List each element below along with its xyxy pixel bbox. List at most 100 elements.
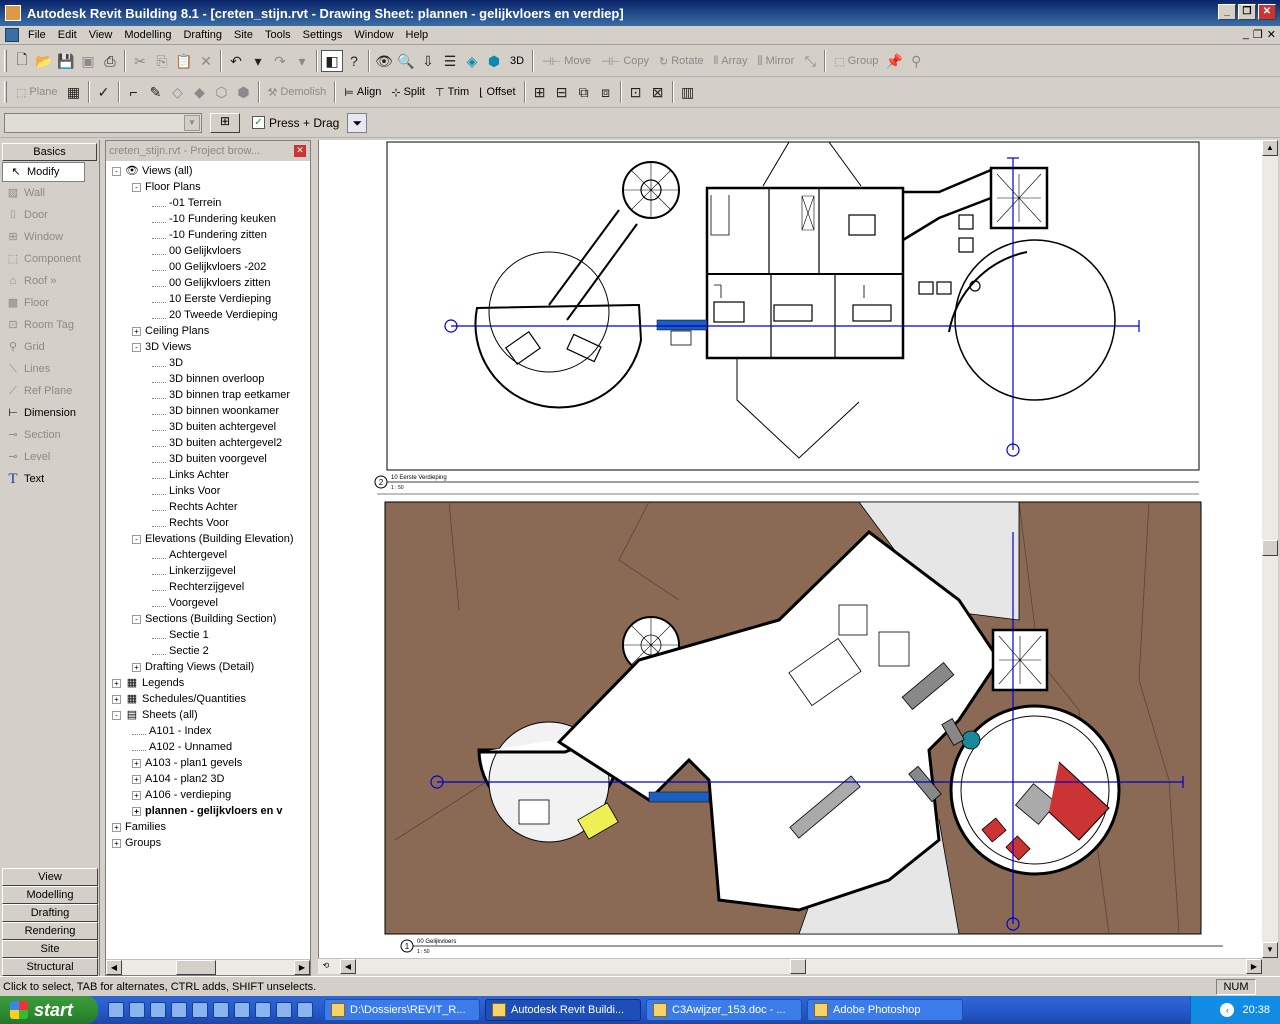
tree-node[interactable]: -10 Fundering zitten xyxy=(110,227,308,243)
thin-lines-icon[interactable]: ☰ xyxy=(439,50,461,72)
tree-node[interactable]: 3D buiten voorgevel xyxy=(110,451,308,467)
tree-node[interactable]: 3D buiten achtergevel xyxy=(110,419,308,435)
cut-geometry-icon[interactable]: ⬢ xyxy=(233,81,255,103)
tree-node[interactable]: -10 Fundering keuken xyxy=(110,211,308,227)
navigation-icon[interactable]: ⟲ xyxy=(318,959,334,974)
tool-grid[interactable]: ⚲ Grid xyxy=(0,336,99,358)
collapse-icon[interactable]: - xyxy=(132,534,141,544)
filter-icon[interactable]: ⏷ xyxy=(347,112,368,133)
collapse-icon[interactable]: - xyxy=(112,710,121,720)
maximize-button[interactable]: ❐ xyxy=(1238,4,1256,20)
scroll-right-icon[interactable]: ▶ xyxy=(1246,959,1262,974)
taskbar-button[interactable]: D:\Dossiers\REVIT_R... xyxy=(324,999,480,1021)
zoom-icon[interactable]: 🔍 xyxy=(395,50,417,72)
drawing-area[interactable]: 2 10 Eerste Verdieping 1 : 50 1 00 Gelij… xyxy=(318,140,1262,958)
tree-node[interactable]: + Families xyxy=(110,819,308,835)
tag-icon[interactable]: ⊟ xyxy=(551,81,573,103)
join-icon[interactable]: ⬡ xyxy=(211,81,233,103)
menu-site[interactable]: Site xyxy=(228,29,259,41)
toolbar-grip[interactable] xyxy=(4,81,7,103)
menu-tools[interactable]: Tools xyxy=(259,29,297,41)
tree-node[interactable]: + A103 - plan1 gevels xyxy=(110,755,308,771)
quicklaunch-icon[interactable] xyxy=(297,1002,313,1018)
collapse-icon[interactable]: - xyxy=(132,614,141,624)
tree-node[interactable]: - ▤ Sheets (all) xyxy=(110,707,308,723)
clock[interactable]: 20:38 xyxy=(1242,1004,1270,1016)
expand-icon[interactable]: + xyxy=(132,790,141,800)
tree-node[interactable]: 3D binnen woonkamer xyxy=(110,403,308,419)
tool-component[interactable]: ⬚ Component xyxy=(0,248,99,270)
menu-edit[interactable]: Edit xyxy=(52,29,83,41)
undo-icon[interactable]: ↶ xyxy=(225,50,247,72)
canvas-vscrollbar[interactable]: ▲ ▼ xyxy=(1262,140,1278,958)
open-icon[interactable]: 📂 xyxy=(33,50,55,72)
expand-icon[interactable]: + xyxy=(112,838,121,848)
taskbar-button[interactable]: Autodesk Revit Buildi... xyxy=(485,999,641,1021)
undo-dropdown-icon[interactable]: ▾ xyxy=(247,50,269,72)
shading-icon[interactable]: ◈ xyxy=(461,50,483,72)
tool-lines[interactable]: ⟍ Lines xyxy=(0,358,99,380)
split-face-icon[interactable]: ◆ xyxy=(189,81,211,103)
tree-node[interactable]: 20 Tweede Verdieping xyxy=(110,307,308,323)
mirror-button[interactable]: ⫼ Mirror xyxy=(753,50,800,72)
menu-file[interactable]: File xyxy=(22,29,52,41)
work-plane-button[interactable]: ⬚ Plane xyxy=(11,81,63,103)
scroll-left-icon[interactable]: ◀ xyxy=(106,960,122,975)
doc-minimize-button[interactable]: _ xyxy=(1243,28,1249,41)
scroll-right-icon[interactable]: ▶ xyxy=(294,960,310,975)
resize-icon[interactable]: ⤡ xyxy=(799,50,821,72)
quicklaunch-icon[interactable] xyxy=(129,1002,145,1018)
quicklaunch-icon[interactable] xyxy=(192,1002,208,1018)
tree-node[interactable]: - Elevations (Building Elevation) xyxy=(110,531,308,547)
3d-cube-icon[interactable]: ⬢ xyxy=(483,50,505,72)
scroll-thumb[interactable] xyxy=(1262,540,1278,556)
tree-node[interactable]: 3D binnen trap eetkamer xyxy=(110,387,308,403)
tree-node[interactable]: 00 Gelijkvloers xyxy=(110,243,308,259)
tool-floor[interactable]: ▩ Floor xyxy=(0,292,99,314)
minimize-button[interactable]: _ xyxy=(1218,4,1236,20)
quicklaunch-icon[interactable] xyxy=(150,1002,166,1018)
start-button[interactable]: start xyxy=(0,996,98,1024)
tree-node[interactable]: 00 Gelijkvloers -202 xyxy=(110,259,308,275)
scroll-down-icon[interactable]: ▼ xyxy=(1262,942,1278,958)
scroll-thumb[interactable] xyxy=(790,959,806,974)
match-type-icon[interactable]: ⌐ xyxy=(123,81,145,103)
tree-node[interactable]: + Groups xyxy=(110,835,308,851)
offset-button[interactable]: ⌊ Offset xyxy=(474,81,520,103)
group-button[interactable]: ⬚ Group xyxy=(829,50,883,72)
press-drag-checkbox[interactable]: ✓ Press + Drag xyxy=(252,116,339,130)
tab-modelling[interactable]: Modelling xyxy=(2,886,98,904)
tree-node[interactable]: - 👁 Views (all) xyxy=(110,163,308,179)
trim-button[interactable]: ⊤ Trim xyxy=(430,81,474,103)
split-button[interactable]: ⊹ Split xyxy=(386,81,430,103)
collapse-icon[interactable]: - xyxy=(132,342,141,352)
delete-icon[interactable]: ✕ xyxy=(195,50,217,72)
tree-node[interactable]: + Ceiling Plans xyxy=(110,323,308,339)
tree-node[interactable]: 3D xyxy=(110,355,308,371)
tool-door[interactable]: ⌷ Door xyxy=(0,204,99,226)
tree-node[interactable]: + plannen - gelijkvloers en v xyxy=(110,803,308,819)
checkbox-checked-icon[interactable]: ✓ xyxy=(252,116,265,129)
properties-button[interactable]: ⊞ xyxy=(210,112,240,133)
tool-section[interactable]: ⊸ Section xyxy=(0,424,99,446)
document-icon[interactable] xyxy=(5,28,19,42)
tree-node[interactable]: 10 Eerste Verdieping xyxy=(110,291,308,307)
tree-node[interactable]: Sectie 2 xyxy=(110,643,308,659)
close-icon[interactable]: ✕ xyxy=(294,145,306,157)
expand-icon[interactable]: + xyxy=(112,822,121,832)
tree-node[interactable]: - Floor Plans xyxy=(110,179,308,195)
tree-node[interactable]: Links Voor xyxy=(110,483,308,499)
align-button[interactable]: ⊨ Align xyxy=(339,81,386,103)
tab-rendering[interactable]: Rendering xyxy=(2,922,98,940)
copy-button[interactable]: ⊣⊢ Copy xyxy=(596,50,654,72)
taskbar-button[interactable]: C3Awijzer_153.doc - ... xyxy=(646,999,802,1021)
quicklaunch-icon[interactable] xyxy=(108,1002,124,1018)
tree-node[interactable]: Voorgevel xyxy=(110,595,308,611)
tree-node[interactable]: 00 Gelijkvloers zitten xyxy=(110,275,308,291)
chevron-down-icon[interactable]: ▼ xyxy=(184,114,200,131)
drawing-sheet[interactable]: 2 10 Eerste Verdieping 1 : 50 1 00 Gelij… xyxy=(319,140,1262,958)
menu-view[interactable]: View xyxy=(83,29,119,41)
canvas-hscrollbar[interactable]: ⟲ ◀ ▶ xyxy=(318,958,1262,974)
tool-roof[interactable]: ⌂ Roof » xyxy=(0,270,99,292)
save-to-central-icon[interactable]: ▣ xyxy=(77,50,99,72)
